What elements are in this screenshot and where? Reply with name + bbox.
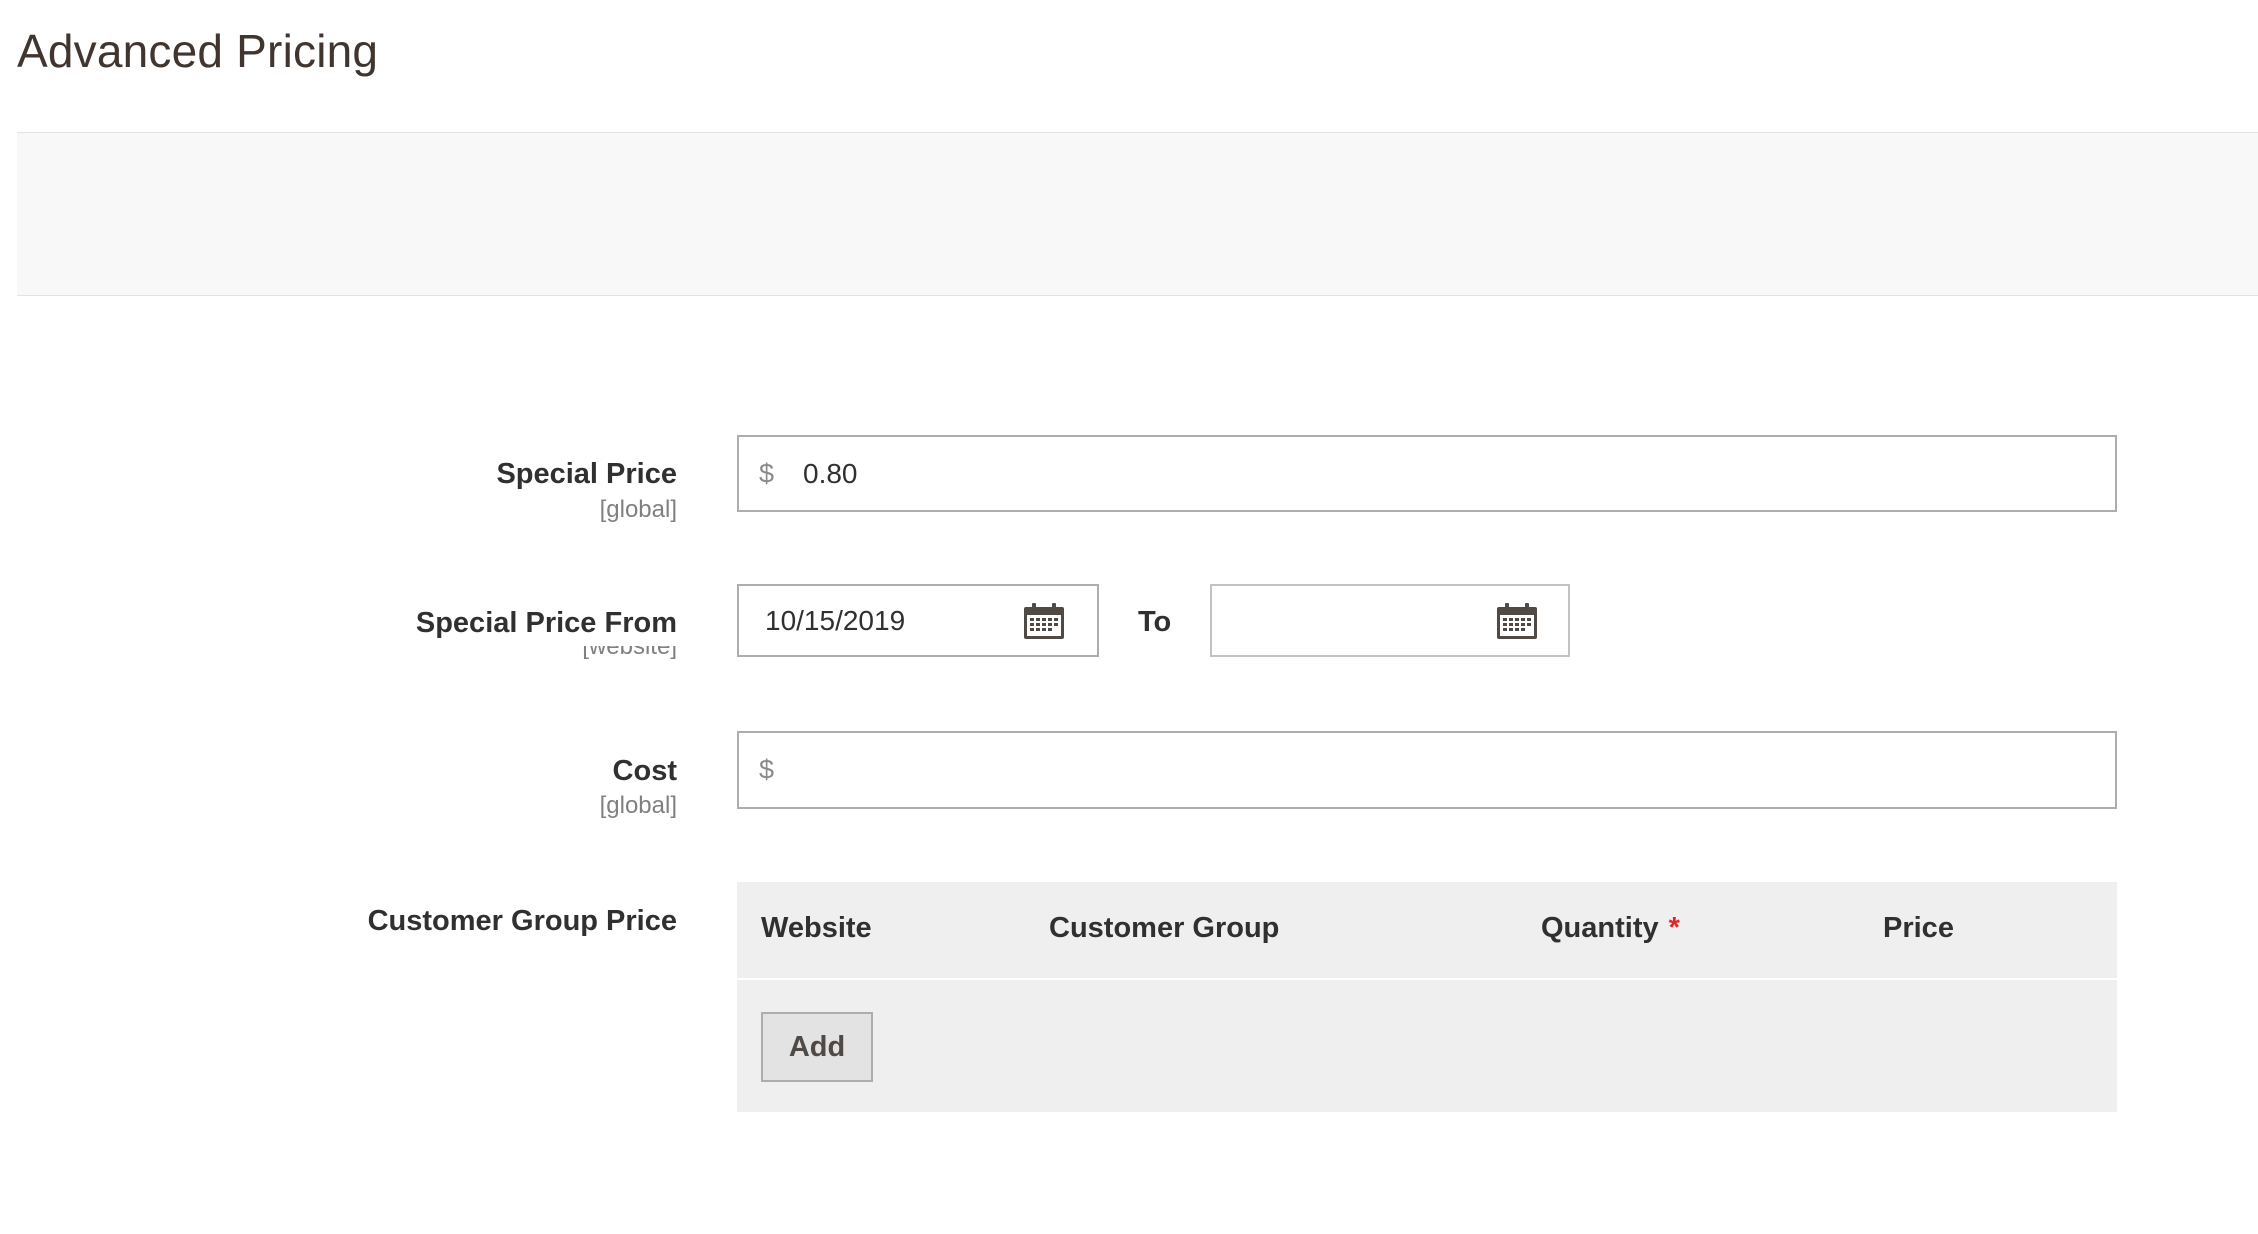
- column-header-customer-group: Customer Group: [1049, 912, 1280, 944]
- modal-header-band: [17, 132, 2258, 296]
- cost-input[interactable]: $: [737, 731, 2117, 809]
- column-header-quantity: Quantity *: [1541, 912, 1680, 945]
- required-indicator: *: [1668, 912, 1680, 944]
- quantity-header-text: Quantity: [1541, 912, 1659, 944]
- to-label: To: [1138, 606, 1172, 638]
- currency-symbol: $: [759, 754, 775, 785]
- special-price-to-date-input[interactable]: [1210, 584, 1570, 657]
- special-price-from-value: 10/15/2019: [765, 604, 906, 636]
- calendar-icon[interactable]: [1023, 602, 1065, 640]
- special-price-scope: [global]: [599, 496, 677, 523]
- currency-symbol: $: [759, 458, 775, 488]
- special-price-input[interactable]: $ 0.80: [737, 435, 2117, 512]
- special-price-label: Special Price: [496, 458, 677, 490]
- cost-label: Cost: [612, 755, 677, 787]
- customer-group-price-grid: Website Customer Group Quantity * Price A…: [737, 882, 2117, 1112]
- column-header-price: Price: [1883, 912, 1954, 944]
- calendar-icon[interactable]: [1496, 602, 1538, 640]
- column-header-website: Website: [761, 912, 872, 944]
- advanced-pricing-modal: Advanced Pricing Special Price [global] …: [0, 0, 2258, 1234]
- special-price-from-date-input[interactable]: 10/15/2019: [737, 584, 1099, 657]
- special-price-from-label: Special Price From: [415, 607, 677, 639]
- special-price-value: 0.80: [803, 457, 858, 489]
- cost-scope: [global]: [599, 792, 677, 819]
- special-price-from-scope: [website]: [582, 646, 677, 660]
- add-button[interactable]: Add: [761, 1012, 873, 1082]
- page-title: Advanced Pricing: [17, 25, 379, 77]
- grid-header-row: Website Customer Group Quantity * Price: [737, 882, 2117, 980]
- customer-group-price-label: Customer Group Price: [367, 905, 677, 937]
